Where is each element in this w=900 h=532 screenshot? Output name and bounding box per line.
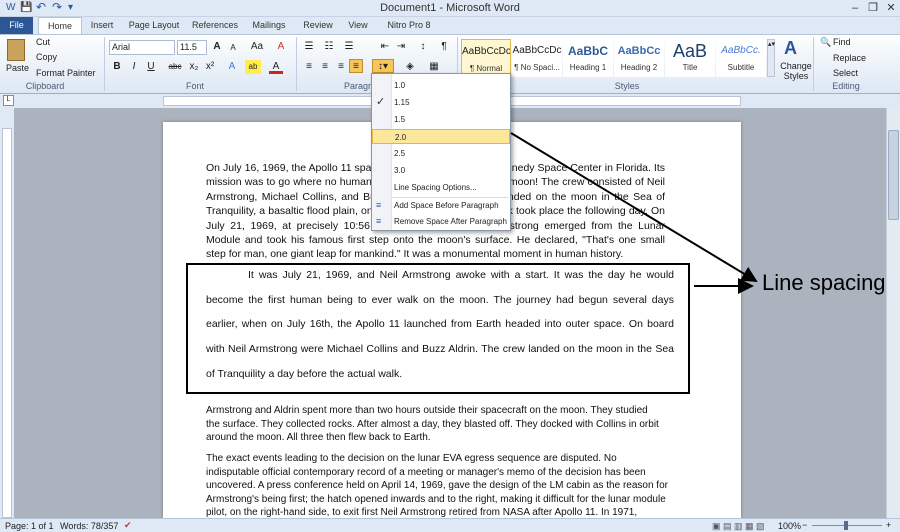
status-bar: Page: 1 of 1 Words: 78/357 ✔ ▣ ▤ ▥ ▦ ▧ 1… — [0, 518, 900, 532]
annotation-arrows — [510, 132, 758, 294]
view-buttons-icon[interactable]: ▣ ▤ ▥ ▦ ▧ — [712, 521, 765, 532]
proofing-icon[interactable]: ✔ — [124, 520, 132, 531]
page-count[interactable]: Page: 1 of 1 — [5, 521, 54, 531]
zoom-level[interactable]: 100% — [778, 521, 801, 531]
arrow-to-menu — [510, 132, 758, 283]
word-count[interactable]: Words: 78/357 — [60, 521, 118, 531]
zoom-in-button[interactable]: + — [886, 520, 891, 530]
annotation-label: Line spacing — [762, 270, 886, 295]
zoom-out-button[interactable]: − — [802, 520, 807, 530]
zoom-thumb[interactable] — [844, 521, 848, 530]
